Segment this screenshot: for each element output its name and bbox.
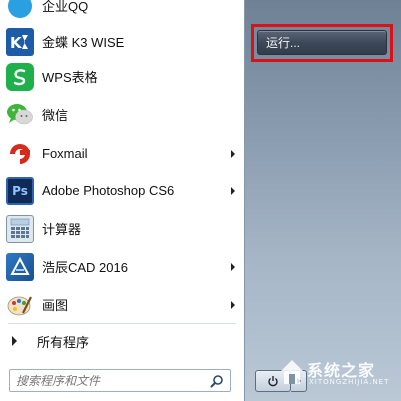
program-label: 画图 bbox=[42, 298, 69, 313]
kingdee-k3-icon: K bbox=[6, 27, 34, 56]
program-label: 浩辰CAD 2016 bbox=[42, 260, 128, 275]
wps-spreadsheet-icon bbox=[6, 62, 34, 91]
program-paint[interactable]: 画图 bbox=[2, 287, 242, 322]
program-label: Adobe Photoshop CS6 bbox=[42, 183, 175, 198]
programs-pane: 企业QQ K 金蝶 K3 WISE WPS表格 微信 Foxmail Ps Ad… bbox=[0, 0, 245, 401]
program-photoshop[interactable]: Ps Adobe Photoshop CS6 bbox=[2, 173, 242, 208]
program-label: 计算器 bbox=[42, 222, 82, 237]
start-menu: 企业QQ K 金蝶 K3 WISE WPS表格 微信 Foxmail Ps Ad… bbox=[0, 0, 401, 401]
program-label: Foxmail bbox=[42, 146, 88, 161]
calculator-icon bbox=[6, 214, 34, 243]
program-label: 企业QQ bbox=[42, 0, 89, 14]
program-foxmail[interactable]: Foxmail bbox=[2, 136, 242, 171]
right-pane: 运行... 系统之家 XITONGZHIJIA.NET bbox=[245, 0, 401, 401]
search-icon[interactable] bbox=[210, 374, 224, 388]
photoshop-icon: Ps bbox=[6, 176, 34, 205]
wechat-icon bbox=[6, 101, 34, 129]
submenu-arrow-icon[interactable] bbox=[231, 149, 235, 158]
run-label: 运行... bbox=[266, 36, 301, 50]
program-wechat[interactable]: 微信 bbox=[2, 97, 242, 132]
submenu-arrow-icon[interactable] bbox=[231, 186, 235, 195]
submenu-arrow-icon[interactable] bbox=[231, 300, 235, 309]
submenu-arrow-icon[interactable] bbox=[231, 262, 235, 271]
all-programs-label: 所有程序 bbox=[37, 334, 90, 350]
program-label: 金蝶 K3 WISE bbox=[42, 35, 125, 50]
shutdown-button[interactable] bbox=[255, 370, 291, 392]
arrow-right-icon bbox=[12, 336, 17, 346]
enterprise-qq-icon bbox=[8, 0, 32, 18]
program-label: WPS表格 bbox=[42, 70, 98, 85]
watermark-text: 系统之家 bbox=[307, 361, 376, 380]
foxmail-icon bbox=[6, 140, 34, 168]
program-kingdee-k3[interactable]: K 金蝶 K3 WISE bbox=[2, 24, 242, 59]
svg-text:K: K bbox=[10, 34, 23, 52]
all-programs-button[interactable]: 所有程序 bbox=[2, 328, 240, 354]
program-label: 微信 bbox=[42, 108, 69, 123]
shutdown-options-button[interactable] bbox=[291, 370, 307, 392]
search-box[interactable] bbox=[9, 369, 231, 392]
program-enterprise-qq[interactable]: 企业QQ bbox=[2, 0, 242, 23]
gstarcad-icon bbox=[6, 252, 34, 281]
program-gstarcad[interactable]: 浩辰CAD 2016 bbox=[2, 249, 242, 284]
arrow-right-icon bbox=[296, 378, 301, 384]
program-calculator[interactable]: 计算器 bbox=[2, 211, 242, 246]
divider bbox=[8, 323, 236, 324]
paint-icon bbox=[6, 291, 34, 319]
program-wps-spreadsheet[interactable]: WPS表格 bbox=[2, 59, 242, 94]
watermark-subtext: XITONGZHIJIA.NET bbox=[309, 378, 390, 386]
run-button[interactable]: 运行... bbox=[257, 30, 387, 55]
search-input[interactable] bbox=[10, 372, 208, 389]
power-icon bbox=[268, 376, 278, 387]
